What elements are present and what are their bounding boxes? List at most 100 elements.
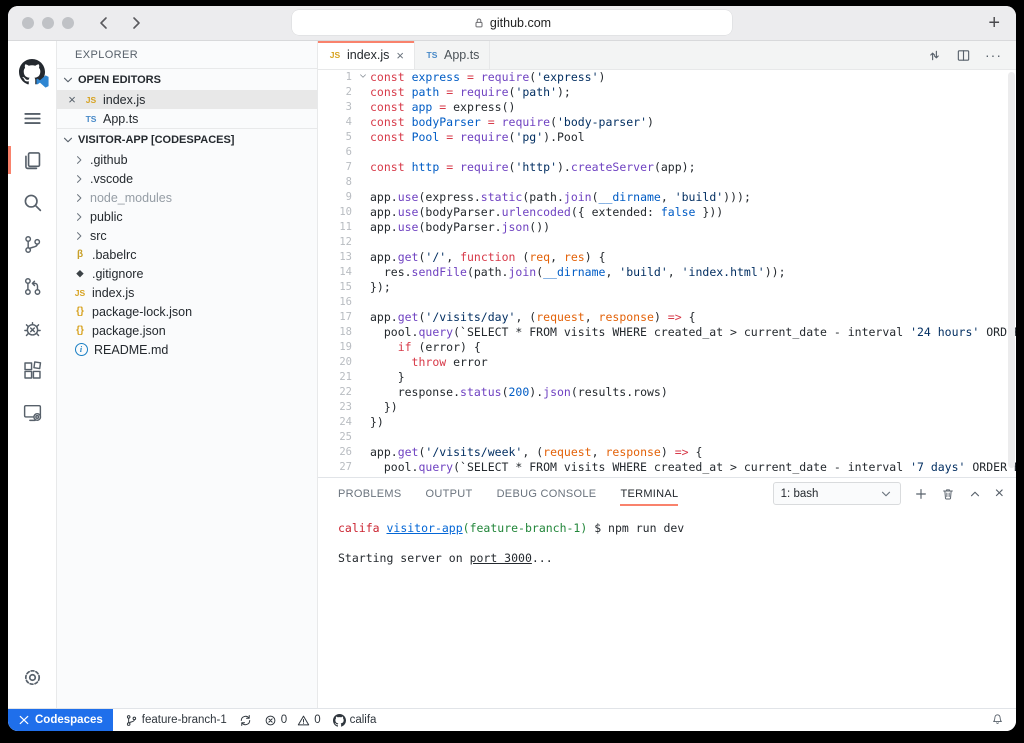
panel-tab-terminal[interactable]: TERMINAL	[620, 478, 678, 509]
tree-item-.github[interactable]: .github	[57, 150, 317, 169]
activity-debug[interactable]	[8, 307, 56, 349]
shell-selector[interactable]: 1: bash	[773, 482, 901, 505]
lock-icon	[473, 17, 485, 29]
search-icon	[22, 192, 43, 213]
kill-terminal-button[interactable]	[941, 487, 955, 501]
close-icon[interactable]: ×	[396, 48, 404, 63]
panel-tab-output[interactable]: OUTPUT	[426, 478, 473, 509]
open-editor-App.ts[interactable]: ×TSApp.ts	[57, 109, 317, 128]
tree-item-.gitignore[interactable]: ◆.gitignore	[57, 264, 317, 283]
fold-gutter	[356, 220, 370, 235]
bell-icon[interactable]	[991, 712, 1004, 725]
sync-button[interactable]	[239, 714, 252, 727]
branch-indicator[interactable]: feature-branch-1	[125, 714, 227, 727]
activity-source-control[interactable]	[8, 223, 56, 265]
more-actions-icon[interactable]: ···	[985, 47, 1002, 63]
window-controls	[22, 17, 74, 29]
fold-gutter	[356, 280, 370, 295]
tree-item-node_modules[interactable]: node_modules	[57, 188, 317, 207]
split-editor-icon[interactable]	[956, 48, 971, 63]
open-editor-index.js[interactable]: ×JSindex.js	[57, 90, 317, 109]
forward-button[interactable]	[128, 15, 144, 31]
new-terminal-button[interactable]	[914, 487, 928, 501]
code-editor[interactable]: 1const express = require('express')2cons…	[318, 70, 1016, 477]
code-line: 23 })	[318, 400, 1016, 415]
open-editors-header[interactable]: OPEN EDITORS	[57, 68, 317, 90]
code-line: 20 throw error	[318, 355, 1016, 370]
info-file-icon: i	[75, 343, 88, 356]
project-section-header[interactable]: VISITOR-APP [CODESPACES]	[57, 128, 317, 150]
explorer-sidebar: EXPLORER OPEN EDITORS × JSindex.js ×TSApp.…	[57, 41, 318, 708]
chevron-right-icon	[73, 230, 85, 242]
address-bar[interactable]: github.com	[292, 10, 732, 35]
line-number: 17	[318, 310, 356, 325]
back-button[interactable]	[96, 15, 112, 31]
fold-gutter	[356, 85, 370, 100]
close-panel-button[interactable]: ×	[995, 486, 1004, 502]
tree-item-src[interactable]: src	[57, 226, 317, 245]
github-account[interactable]: califa	[333, 714, 377, 727]
codespaces-remote-badge[interactable]: Codespaces	[8, 709, 113, 731]
babel-file-icon: β	[73, 249, 87, 260]
source-control-icon	[22, 234, 43, 255]
line-number: 20	[318, 355, 356, 370]
maximize-panel-button[interactable]	[968, 487, 982, 501]
code-line: 16	[318, 295, 1016, 310]
git-file-icon: ◆	[73, 268, 87, 279]
code-line: 22 response.status(200).json(results.row…	[318, 385, 1016, 400]
code-line: 19 if (error) {	[318, 340, 1016, 355]
explorer-title: EXPLORER	[57, 41, 317, 68]
panel-tab-debug-console[interactable]: DEBUG CONSOLE	[497, 478, 597, 509]
sync-icon	[239, 714, 252, 727]
pull-request-icon	[22, 276, 43, 297]
minimize-window-button[interactable]	[42, 17, 54, 29]
code-line: 13app.get('/', function (req, res) {	[318, 250, 1016, 265]
line-number: 28	[318, 475, 356, 477]
code-line: 12	[318, 235, 1016, 250]
tree-item-public[interactable]: public	[57, 207, 317, 226]
line-number: 12	[318, 235, 356, 250]
tree-item-package-lock.json[interactable]: {}package-lock.json	[57, 302, 317, 321]
tree-item-.vscode[interactable]: .vscode	[57, 169, 317, 188]
fold-chevron-icon[interactable]	[356, 70, 370, 85]
activity-menu[interactable]	[8, 97, 56, 139]
maximize-window-button[interactable]	[62, 17, 74, 29]
problems-indicator[interactable]: 0 0	[264, 714, 321, 727]
terminal-line	[338, 536, 1016, 551]
close-icon[interactable]: ×	[65, 92, 79, 107]
tree-item-index.js[interactable]: JSindex.js	[57, 283, 317, 302]
activity-settings-gear[interactable]	[8, 656, 56, 698]
terminal-output[interactable]: califa visitor-app(feature-branch-1) $ n…	[318, 509, 1016, 708]
explorer-icon	[22, 150, 43, 171]
debug-icon	[22, 318, 43, 339]
code-line: 25	[318, 430, 1016, 445]
line-number: 6	[318, 145, 356, 160]
compare-changes-icon[interactable]	[927, 48, 942, 63]
line-number: 4	[318, 115, 356, 130]
activity-explorer[interactable]	[8, 139, 56, 181]
browser-window: github.com + EXPLORER OPEN EDITORS ×JSin	[8, 6, 1016, 731]
panel-tab-problems[interactable]: PROBLEMS	[338, 478, 402, 509]
activity-pull-request[interactable]	[8, 265, 56, 307]
code-line: 14 res.sendFile(path.join(__dirname, 'bu…	[318, 265, 1016, 280]
editor-scrollbar[interactable]	[1008, 72, 1015, 468]
ts-file-icon: TS	[425, 50, 439, 60]
activity-search[interactable]	[8, 181, 56, 223]
url-text: github.com	[490, 16, 551, 30]
activity-remote-explorer[interactable]	[8, 391, 56, 433]
line-number: 1	[318, 70, 356, 85]
remote-indicator-icon	[18, 714, 30, 726]
close-window-button[interactable]	[22, 17, 34, 29]
chevron-right-icon	[73, 154, 85, 166]
tree-item-.babelrc[interactable]: β.babelrc	[57, 245, 317, 264]
js-file-icon: JS	[84, 95, 98, 105]
activity-extensions[interactable]	[8, 349, 56, 391]
warning-icon	[297, 714, 310, 727]
new-tab-button[interactable]: +	[988, 8, 1000, 38]
tab-App.ts[interactable]: TSApp.ts	[415, 41, 490, 69]
chevron-down-icon	[879, 487, 893, 501]
tree-item-README.md[interactable]: iREADME.md	[57, 340, 317, 359]
tab-index.js[interactable]: JSindex.js×	[318, 41, 415, 69]
tree-item-package.json[interactable]: {}package.json	[57, 321, 317, 340]
activity-bar	[8, 41, 57, 708]
